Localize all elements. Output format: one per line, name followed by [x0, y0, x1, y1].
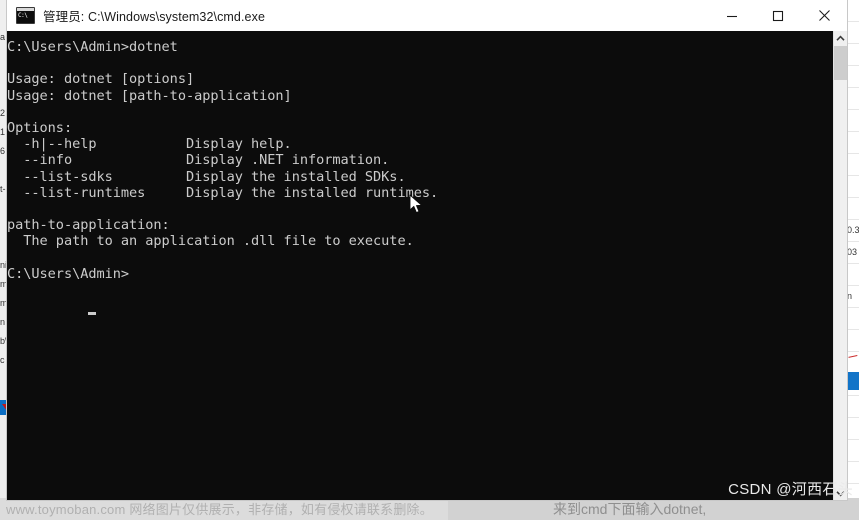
background-right-row: 0.3 [847, 220, 859, 242]
background-right-row [847, 154, 859, 176]
background-left-row [0, 47, 7, 66]
background-right-row: n [847, 286, 859, 308]
background-right-row [847, 0, 859, 22]
background-right-row [847, 264, 859, 286]
background-right-row [847, 132, 859, 154]
scroll-up-arrow[interactable] [834, 31, 847, 45]
background-right-selected-cell [847, 372, 859, 390]
window-titlebar[interactable]: 管理员: C:\Windows\system32\cmd.exe [7, 0, 847, 32]
background-left-row [0, 66, 7, 85]
background-left-row: ni [0, 260, 7, 270]
chevron-down-icon [836, 490, 845, 497]
cmd-window: 管理员: C:\Windows\system32\cmd.exe [7, 0, 847, 500]
background-left-row: b\ [0, 336, 7, 346]
terminal-cursor [88, 312, 96, 315]
background-left-row: t- [0, 184, 6, 194]
background-left-row [0, 199, 7, 218]
background-right-row [847, 308, 859, 330]
background-right-rows: 0.3 03 n [846, 0, 859, 500]
background-left-row: c [0, 355, 5, 365]
terminal-scrollbar[interactable] [833, 31, 847, 500]
background-right-row: 03 [847, 242, 859, 264]
scroll-thumb[interactable] [834, 46, 847, 80]
background-left-row [0, 161, 7, 180]
terminal-text: C:\Users\Admin>dotnet Usage: dotnet [opt… [7, 39, 439, 282]
maximize-button[interactable] [755, 0, 801, 31]
background-left-row: a [0, 32, 6, 42]
background-right-row [847, 462, 859, 484]
background-left-rows: a 2 1 6 t-ni m m n b\ c [0, 28, 7, 408]
minimize-button[interactable] [709, 0, 755, 31]
background-left-row [0, 237, 7, 256]
background-right-row [847, 330, 859, 352]
background-left-row [0, 370, 7, 389]
background-right-row [847, 176, 859, 198]
background-right-row [847, 198, 859, 220]
background-caption-text: 来到cmd下面输入dotnet, [553, 501, 707, 517]
background-left-row: n [0, 317, 6, 327]
window-title: 管理员: C:\Windows\system32\cmd.exe [43, 10, 266, 24]
background-left-row: m [0, 279, 7, 289]
chevron-up-icon [836, 34, 845, 41]
background-right-row [847, 66, 859, 88]
maximize-icon [772, 10, 784, 21]
background-right-row [847, 418, 859, 440]
close-button[interactable] [801, 0, 847, 31]
background-right-row [847, 396, 859, 418]
background-left-row: 2 [0, 108, 6, 118]
background-left-row: m [0, 298, 7, 308]
background-left-row: 6 [0, 146, 6, 156]
background-left-row: 1 [0, 127, 6, 137]
toymoban-watermark: www.toymoban.com 网络图片仅供展示，非存储，如有侵权请联系删除。 [6, 502, 433, 517]
background-left-row [0, 85, 7, 104]
background-right-row [847, 440, 859, 462]
terminal-output-area[interactable]: C:\Users\Admin>dotnet Usage: dotnet [opt… [7, 31, 847, 500]
scroll-down-arrow[interactable] [834, 486, 847, 500]
cmd-icon [16, 7, 35, 24]
minimize-icon [727, 15, 737, 17]
background-right-row [847, 88, 859, 110]
background-right-row [847, 110, 859, 132]
screenshot-root: a 2 1 6 t-ni m m n b\ c 0.3 03 n 来到cmd下面输入dotnet, w… [0, 0, 859, 520]
window-controls [709, 0, 847, 31]
background-left-row [0, 218, 7, 237]
background-right-row [847, 44, 859, 66]
background-right-row [847, 22, 859, 44]
close-icon [818, 10, 830, 21]
